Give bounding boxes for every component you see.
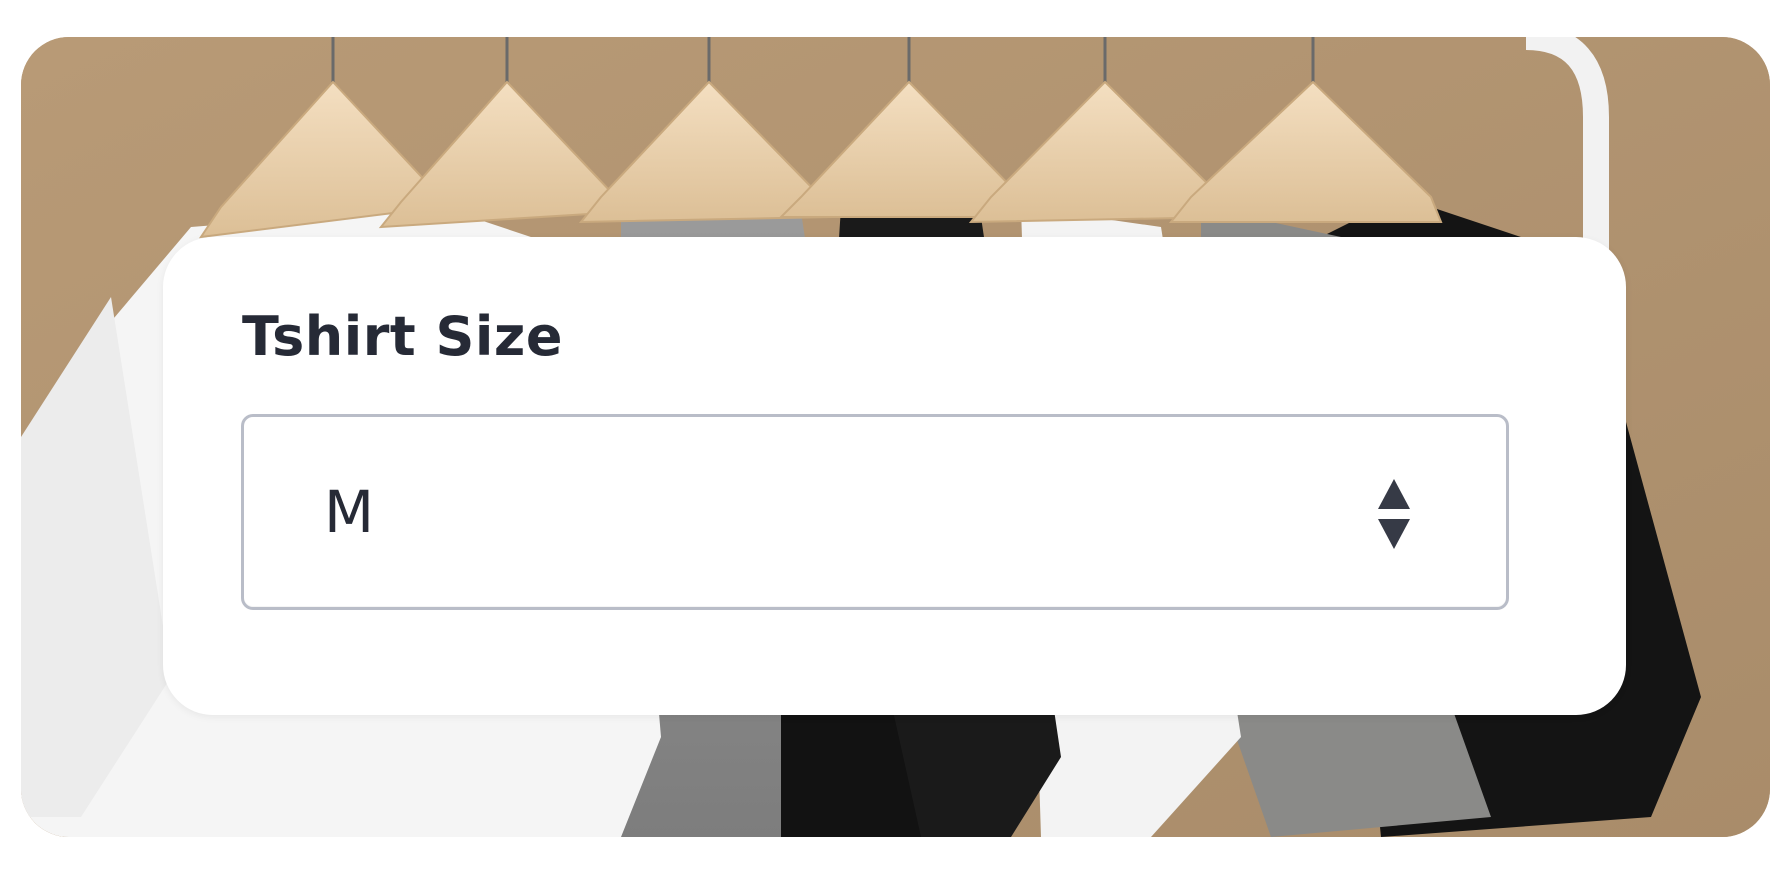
tshirt-size-label: Tshirt Size — [242, 305, 563, 368]
tshirt-size-select[interactable]: M — [241, 414, 1509, 610]
size-select-panel: Tshirt Size M — [163, 237, 1626, 715]
up-down-arrows-icon — [1376, 479, 1412, 549]
selected-size-value: M — [324, 478, 375, 546]
